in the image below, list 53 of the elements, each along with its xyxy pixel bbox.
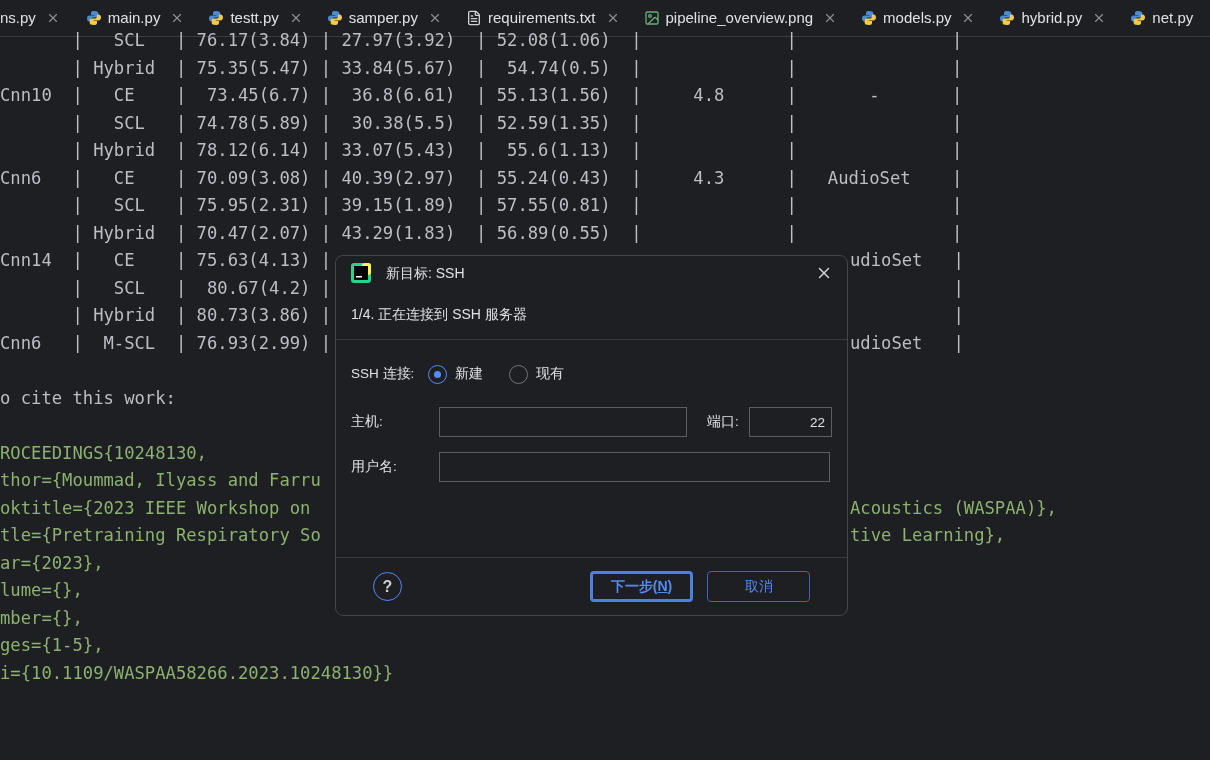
code-line: | SCL | 75.95(2.31) | 39.15(1.89) | 57.55(0.81) | | | [71, 194, 963, 217]
radio-option[interactable]: 现有 [509, 363, 565, 385]
port-field[interactable]: 22 [749, 407, 832, 437]
code-line: mber={}, [0, 606, 83, 630]
code-line: | [952, 276, 964, 300]
code-line: | Hybrid | 75.35(5.47) | 33.84(5.67) | 54.74(0.5) | | | [71, 56, 963, 80]
text-file-icon [465, 10, 482, 26]
code-line: ar={2023}, [0, 551, 104, 575]
python-file-icon [326, 10, 343, 26]
python-file-icon [1130, 10, 1147, 26]
code-line: udioSet | [850, 331, 964, 355]
code-line: ROCEEDINGS{10248130, [0, 441, 207, 465]
code-line: lume={}, [0, 579, 83, 602]
code-line: ges={1-5}, [0, 634, 104, 657]
python-file-icon [861, 10, 878, 26]
python-file-icon [85, 10, 102, 26]
code-line: i={10.1109/WASPAA58266.2023.10248130}} [0, 661, 394, 685]
code-line: Cnn14 | CE | 75.63(4.13) | [0, 249, 332, 272]
field-label: SSH 连接: [351, 364, 415, 383]
field-label: 端口: [707, 412, 740, 431]
code-line: udioSet | [850, 249, 964, 272]
editor-tab[interactable]: ns.py [0, 0, 74, 36]
field-label: 用户名: [351, 457, 398, 476]
python-file-icon [208, 10, 225, 26]
editor-tab[interactable]: net.py [1118, 0, 1206, 36]
code-line: | SCL | 80.67(4.2) | [71, 276, 332, 300]
code-line: Cnn6 | M-SCL | 76.93(2.99) | [0, 331, 332, 355]
code-line: | [952, 304, 964, 327]
step-title: 1/4. 正在连接到 SSH 服务器 [351, 305, 527, 324]
radio-option[interactable]: 新建 [428, 363, 484, 385]
next-button[interactable]: 下一步(N) [590, 571, 693, 602]
code-line: tle={Pretraining Respiratory So [0, 524, 321, 547]
image-file-icon [643, 10, 660, 26]
dialog-title: 新目标: SSH [386, 263, 465, 283]
app-logo-icon [350, 262, 372, 284]
host-field[interactable] [439, 407, 687, 437]
python-file-icon [999, 10, 1016, 26]
code-line: oktitle={2023 IEEE Workshop on [0, 496, 311, 520]
code-line: thor={Moummad, Ilyass and Farru [0, 469, 321, 492]
code-line: | Hybrid | 80.73(3.86) | [71, 304, 332, 327]
code-line: | SCL | 76.17(3.84) | 27.97(3.92) | 52.08(1.06) | | | [71, 29, 963, 52]
code-line: Cnn6 | CE | 70.09(3.08) | 40.39(2.97) | 55.24(0.43) | 4.3 | AudioSet | [0, 166, 963, 190]
username-field[interactable] [439, 452, 830, 482]
code-line: | Hybrid | 78.12(6.14) | 33.07(5.43) | 55.6(1.13) | | | [71, 139, 963, 162]
code-line: | Hybrid | 70.47(2.07) | 43.29(1.83) | 56.89(0.55) | | | [71, 221, 963, 245]
code-line: o cite this work: [0, 386, 176, 410]
code-line: | SCL | 74.78(5.89) | 30.38(5.5) | 52.59(1.35) | | | [71, 111, 963, 135]
code-line: Acoustics (WASPAA)}, [850, 496, 1057, 520]
code-line: tive Learning}, [850, 524, 1006, 547]
editor-tab[interactable]: hybrid.py [987, 0, 1119, 36]
cancel-button[interactable]: 取消 [707, 571, 810, 602]
code-line: Cnn10 | CE | 73.45(6.7) | 36.8(6.61) | 55.13(1.56) | 4.8 | - | [0, 84, 963, 107]
field-label: 主机: [351, 412, 384, 431]
